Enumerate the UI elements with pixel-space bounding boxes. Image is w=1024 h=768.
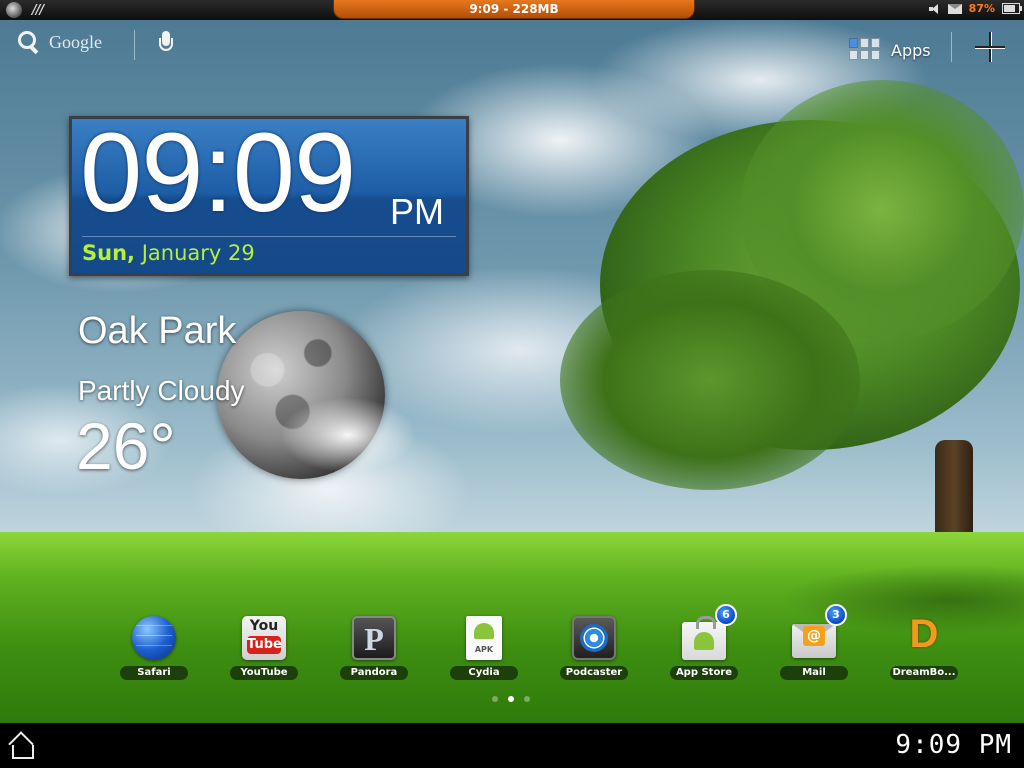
navigation-bar: 9:09 PM [0, 723, 1024, 768]
notification-badge: 3 [825, 604, 847, 626]
dock-app-app-store[interactable]: 6 App Store [656, 604, 752, 682]
youtube-icon-text: You [249, 618, 279, 634]
dock-app-dreamboard[interactable]: D DreamBo... [876, 612, 972, 682]
weather-condition: Partly Cloudy [78, 375, 245, 406]
dock-app-label: Pandora [340, 666, 408, 680]
podcaster-icon[interactable] [572, 616, 616, 660]
cloud-icon [258, 380, 438, 490]
pandora-icon-letter: P [364, 621, 384, 657]
dock-app-pandora[interactable]: P Pandora [326, 616, 422, 682]
clock-date: Sun, January 29 [82, 241, 255, 265]
clock-day: Sun, [82, 241, 136, 265]
apps-label[interactable]: Apps [891, 41, 931, 60]
page-dot[interactable] [492, 696, 498, 702]
page-indicator[interactable] [492, 696, 530, 702]
signal-bars-icon: /// [32, 2, 44, 18]
dreamboard-icon-letter: D [909, 612, 939, 656]
app-switcher-icon[interactable] [6, 2, 22, 18]
volume-muted-icon [928, 3, 941, 14]
clock-month-day: January 29 [141, 241, 255, 265]
apps-button[interactable]: Apps [849, 38, 931, 62]
divider [134, 30, 135, 60]
youtube-icon-text: Tube [247, 636, 282, 654]
nav-bar-clock: 9:09 PM [895, 730, 1012, 760]
voice-search-icon[interactable] [159, 31, 173, 57]
battery-icon [1002, 3, 1022, 14]
youtube-icon[interactable]: You Tube [242, 616, 286, 660]
dock-app-safari[interactable]: Safari [106, 616, 202, 682]
dock-app-label: YouTube [230, 666, 298, 680]
page-dot[interactable] [524, 696, 530, 702]
dock-app-cydia[interactable]: APK Cydia [436, 616, 532, 682]
search-label[interactable]: Google [49, 32, 102, 53]
weather-city: Oak Park [78, 310, 237, 352]
mail-notification-icon[interactable] [947, 3, 962, 14]
dock-app-label: DreamBo... [890, 666, 958, 680]
apk-file-icon[interactable]: APK [466, 616, 502, 660]
android-market-icon[interactable] [682, 616, 726, 660]
status-center-pill[interactable]: 9:09 - 228MB [333, 0, 695, 19]
clock-widget[interactable]: 09:09 PM Sun, January 29 [69, 110, 469, 276]
apps-grid-icon[interactable] [849, 38, 881, 62]
divider [82, 236, 456, 237]
google-search-bar[interactable]: Google [17, 30, 102, 54]
dock-app-label: Mail [780, 666, 848, 680]
dock-app-label: Podcaster [560, 666, 628, 680]
notification-badge: 6 [715, 604, 737, 626]
android-icon [474, 623, 494, 639]
page-dot-active[interactable] [508, 696, 514, 702]
dock-app-podcaster[interactable]: Podcaster [546, 616, 642, 682]
dock-app-label: App Store [670, 666, 738, 680]
dock-app-mail[interactable]: @ 3 Mail [766, 604, 862, 682]
dock-app-label: Cydia [450, 666, 518, 680]
clock-ampm: PM [390, 191, 444, 232]
status-bar: /// 9:09 - 228MB 87% [0, 0, 1024, 20]
mail-icon[interactable]: @ [792, 624, 836, 658]
divider [951, 32, 952, 62]
safari-icon[interactable] [132, 616, 176, 660]
dock-app-label: Safari [120, 666, 188, 680]
search-icon[interactable] [17, 30, 41, 54]
mail-at-symbol: @ [803, 626, 825, 646]
dreamboard-icon[interactable]: D [902, 612, 946, 660]
dock-app-youtube[interactable]: You Tube YouTube [216, 616, 312, 682]
home-icon[interactable] [8, 732, 38, 760]
apk-icon-text: APK [474, 645, 494, 654]
add-widget-icon[interactable] [975, 32, 1005, 62]
clock-time: 09:09 [80, 110, 356, 235]
weather-temperature: 26° [76, 409, 176, 483]
pandora-icon[interactable]: P [352, 616, 396, 660]
battery-percent: 87% [968, 2, 995, 15]
